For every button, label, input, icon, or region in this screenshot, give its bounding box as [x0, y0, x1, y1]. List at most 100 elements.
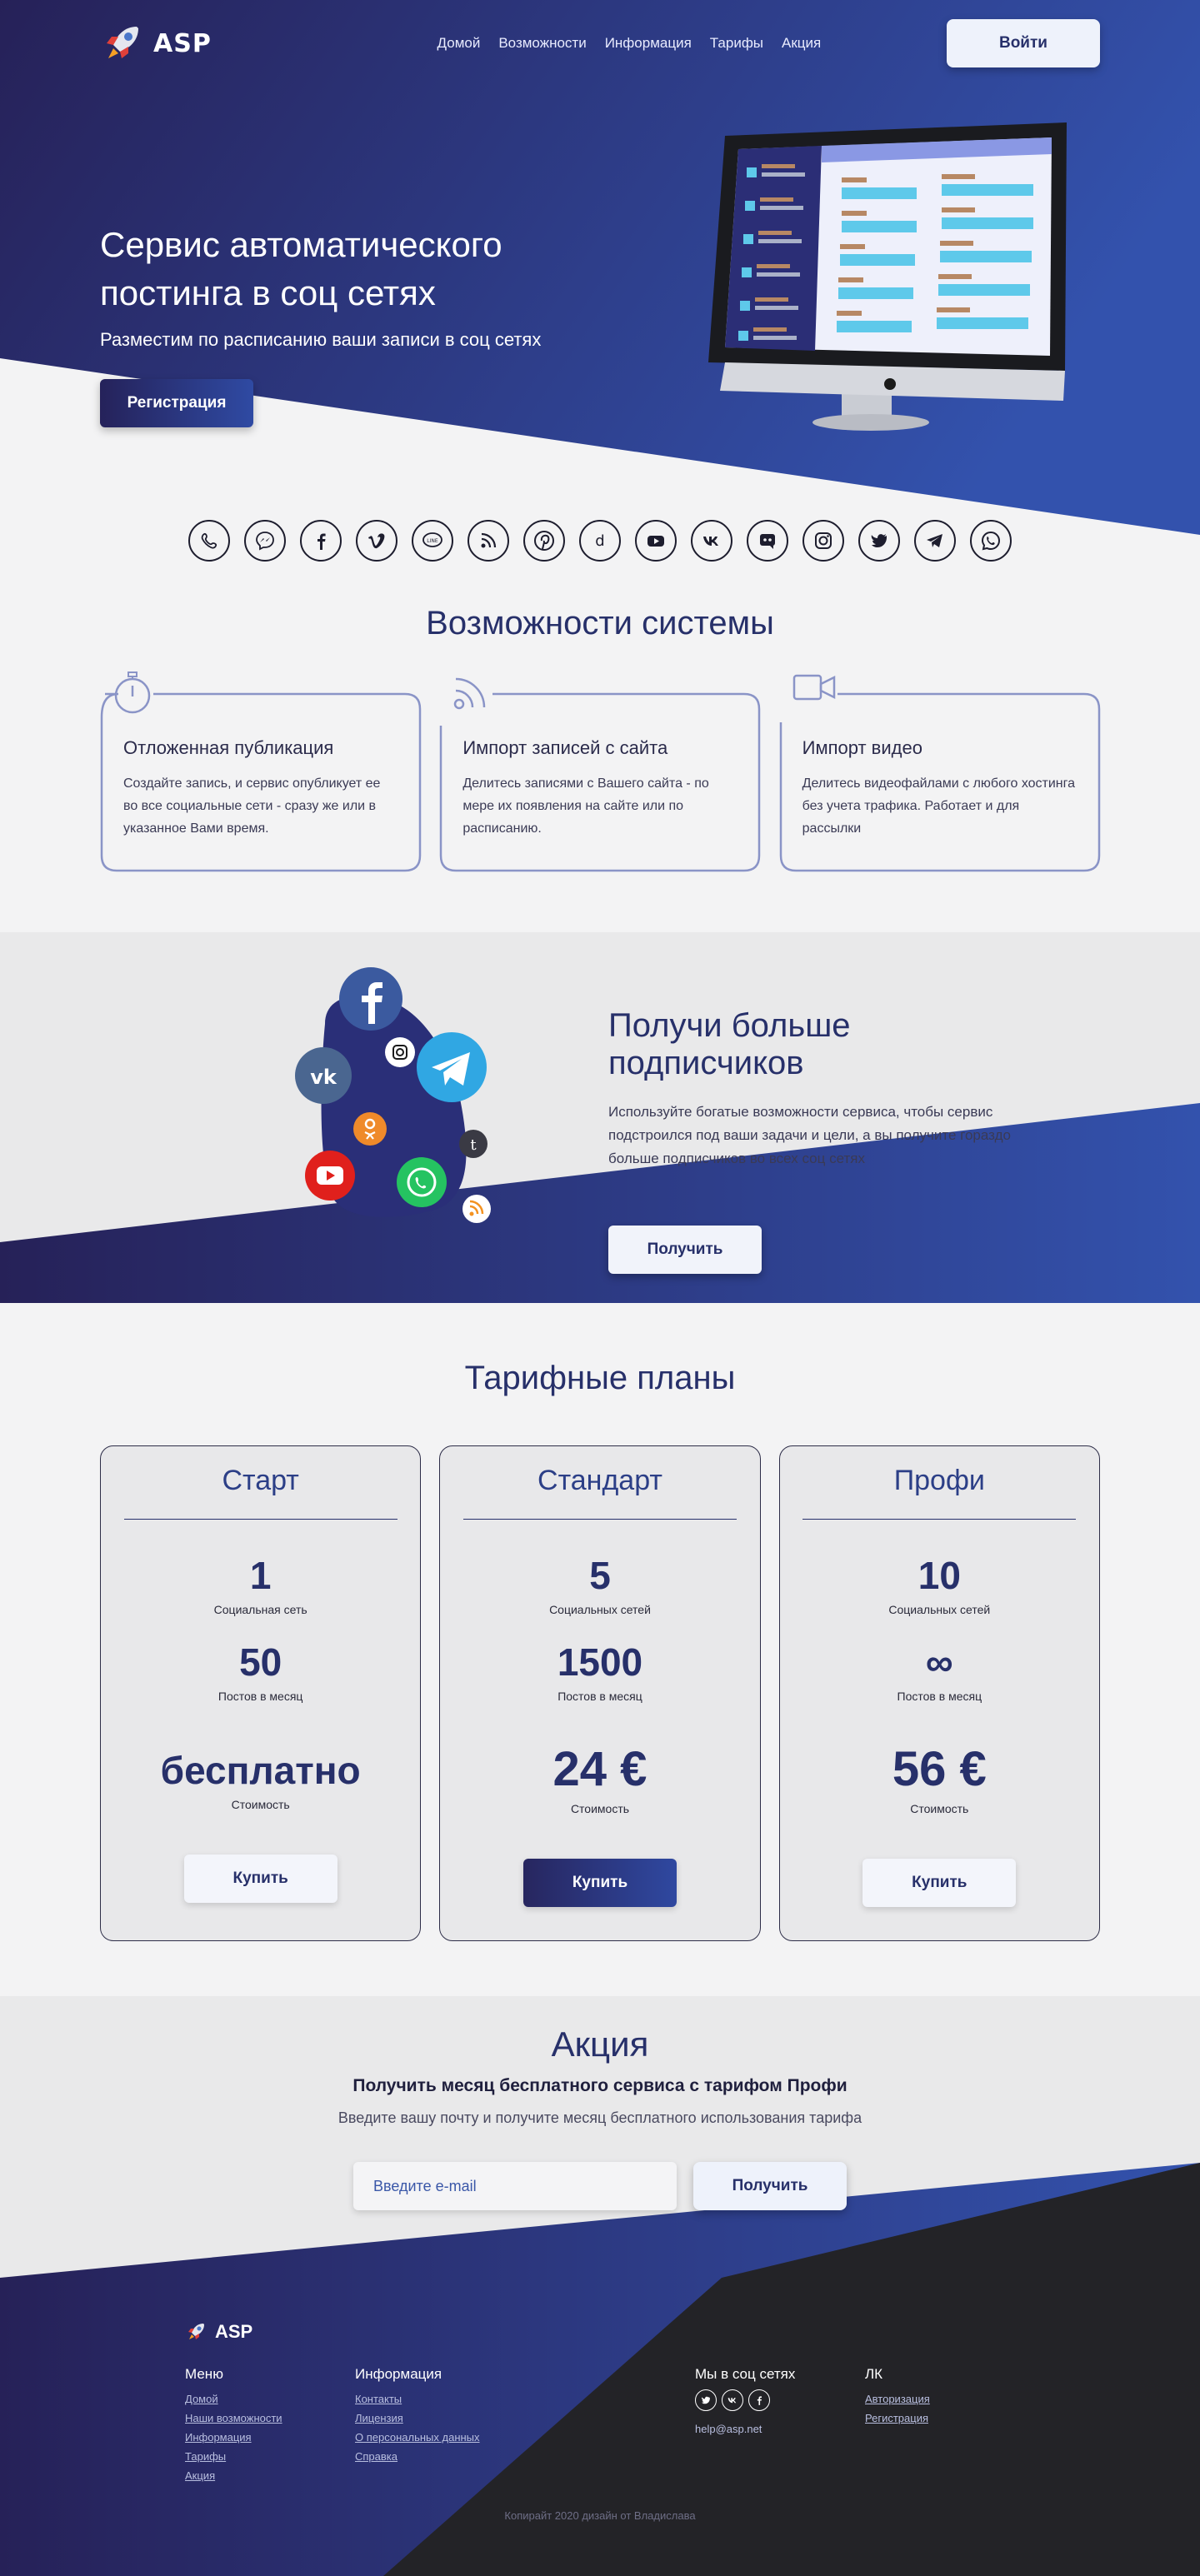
plan-divider — [462, 1519, 737, 1520]
promo-content: Акция Получить месяц бесплатного сервиса… — [0, 1996, 1200, 2210]
login-button[interactable]: Войти — [946, 19, 1100, 67]
footer-brand-name: ASP — [215, 2321, 253, 2342]
plan-networks-label: Социальных сетей — [549, 1603, 651, 1616]
discord-icon — [747, 520, 788, 562]
tumblr-bubble-icon: t — [459, 1130, 488, 1158]
social-networks-strip: LINE d — [0, 520, 1200, 562]
site-header: ASP Домой Возможности Информация Тарифы … — [100, 0, 1100, 67]
footer-link-help[interactable]: Справка — [355, 2447, 525, 2466]
svg-text:d: d — [595, 532, 604, 550]
main-nav: Домой Возможности Информация Тарифы Акци… — [438, 35, 822, 52]
email-input[interactable] — [353, 2162, 677, 2210]
footer-menu: Меню Домой Наши возможности Информация Т… — [185, 2366, 355, 2485]
footer-menu-title: Меню — [185, 2366, 223, 2382]
plan-posts-label: Постов в месяц — [897, 1690, 982, 1703]
nav-item-pricing[interactable]: Тарифы — [710, 35, 763, 52]
plan-card-standard: Стандарт 5 Социальных сетей 1500 Постов … — [439, 1445, 761, 1941]
plan-card-pro: Профи 10 Социальных сетей ∞ Постов в мес… — [778, 1445, 1100, 1941]
pricing-section: Тарифные планы Старт 1 Социальная сеть 5… — [0, 1303, 1200, 1996]
twitter-icon[interactable] — [695, 2389, 717, 2411]
hero-section: ASP Домой Возможности Информация Тарифы … — [0, 0, 1200, 550]
vk-icon[interactable] — [722, 2389, 743, 2411]
feature-card: Импорт видео Делитесь видеофайлами с люб… — [779, 674, 1100, 872]
footer-link-promo[interactable]: Акция — [185, 2466, 355, 2485]
footer-social: Мы в соц сетях help@asp.net — [695, 2366, 865, 2485]
social-bubbles-illustration: vk t — [295, 967, 491, 1223]
footer-link-features[interactable]: Наши возможности — [185, 2409, 355, 2428]
plan-posts-label: Постов в месяц — [558, 1690, 642, 1703]
footer-link-login[interactable]: Авторизация — [865, 2389, 1035, 2409]
register-button[interactable]: Регистрация — [100, 379, 253, 427]
vimeo-icon — [356, 520, 398, 562]
hero-title-line2: постинга в соц сетях — [100, 273, 436, 312]
footer-social-title: Мы в соц сетях — [695, 2366, 796, 2382]
plan-price-label: Стоимость — [910, 1802, 969, 1815]
subscribers-section: vk t Получи больше подписчиков Используй… — [0, 932, 1200, 1303]
vk-bubble-icon: vk — [295, 1047, 352, 1104]
footer-link-pricing[interactable]: Тарифы — [185, 2447, 355, 2466]
promo-description: Введите вашу почту и получите месяц бесп… — [338, 2109, 862, 2126]
feature-card: Импорт записей с сайта Делитесь записями… — [439, 677, 761, 872]
feature-text: Делитесь видеофайлами с любого хостинга … — [802, 776, 1076, 836]
pricing-plans: Старт 1 Социальная сеть 50 Постов в меся… — [100, 1445, 1100, 1941]
footer-link-privacy[interactable]: О персональных данных — [355, 2428, 525, 2447]
buy-pro-button[interactable]: Купить — [862, 1859, 1017, 1907]
subscribers-text: Используйте богатые возможности сервиса,… — [608, 1104, 1011, 1166]
plan-posts-count: ∞ — [925, 1640, 953, 1684]
get-subscribers-button[interactable]: Получить — [608, 1226, 762, 1274]
buy-standard-button[interactable]: Купить — [522, 1859, 677, 1907]
subscribers-content: Получи больше подписчиков Используйте бо… — [608, 1007, 1042, 1274]
nav-item-info[interactable]: Информация — [605, 35, 692, 52]
plan-divider — [123, 1519, 398, 1520]
promo-section: Акция Получить месяц бесплатного сервиса… — [0, 1996, 1200, 2576]
svg-text:LINE: LINE — [427, 538, 438, 544]
promo-form: Получить — [0, 2162, 1200, 2210]
dailymotion-icon: d — [579, 520, 621, 562]
footer-logo[interactable]: ASP — [185, 2321, 1100, 2343]
pinterest-icon — [523, 520, 565, 562]
feature-text: Делитесь записями с Вашего сайта - по ме… — [462, 776, 709, 836]
footer-email[interactable]: help@asp.net — [695, 2423, 865, 2435]
footer-link-license[interactable]: Лицензия — [355, 2409, 525, 2428]
nav-item-features[interactable]: Возможности — [498, 35, 586, 52]
footer-link-home[interactable]: Домой — [185, 2389, 355, 2409]
twitter-icon — [858, 520, 900, 562]
footer-link-register[interactable]: Регистрация — [865, 2409, 1035, 2428]
rocket-icon — [188, 2324, 204, 2339]
svg-text:vk: vk — [310, 1066, 338, 1089]
footer-info: Информация Контакты Лицензия О персональ… — [355, 2366, 525, 2485]
nav-item-promo[interactable]: Акция — [782, 35, 821, 52]
stopwatch-icon — [114, 671, 151, 714]
features-section: Возможности системы Отложенная публикаци… — [0, 562, 1200, 932]
footer-columns: Меню Домой Наши возможности Информация Т… — [185, 2366, 1100, 2485]
footer-account: ЛК Авторизация Регистрация — [865, 2366, 1035, 2485]
youtube-icon — [635, 520, 677, 562]
plan-posts-count: 1500 — [557, 1640, 643, 1684]
buy-start-button[interactable]: Купить — [183, 1855, 338, 1903]
plan-name: Стандарт — [538, 1465, 662, 1496]
whatsapp-icon — [970, 520, 1012, 562]
telegram-icon — [914, 520, 956, 562]
plan-price: 56 € — [892, 1742, 987, 1796]
footer-link-contacts[interactable]: Контакты — [355, 2389, 525, 2409]
facebook-icon[interactable] — [748, 2389, 770, 2411]
footer-link-info[interactable]: Информация — [185, 2428, 355, 2447]
site-footer: ASP Меню Домой Наши возможности Информац… — [0, 2321, 1200, 2485]
messenger-icon — [244, 520, 286, 562]
plan-divider — [802, 1519, 1077, 1520]
rss-bubble-icon — [462, 1195, 491, 1223]
facebook-bubble-icon — [339, 967, 402, 1031]
feature-title: Отложенная публикация — [123, 737, 334, 758]
logo[interactable]: ASP — [100, 22, 212, 65]
plan-networks-count: 5 — [589, 1554, 611, 1597]
plan-networks-count: 10 — [918, 1554, 961, 1597]
youtube-bubble-icon — [305, 1151, 355, 1201]
rss-icon — [454, 677, 486, 710]
monitor-illustration — [708, 122, 1067, 431]
plan-name: Старт — [222, 1465, 299, 1496]
plan-price: 24 € — [552, 1742, 648, 1796]
promo-submit-button[interactable]: Получить — [693, 2162, 847, 2210]
nav-item-home[interactable]: Домой — [438, 35, 481, 52]
feature-text: Создайте запись, и сервис опубликует ее … — [123, 776, 381, 836]
plan-networks-label: Социальная сеть — [213, 1603, 308, 1616]
